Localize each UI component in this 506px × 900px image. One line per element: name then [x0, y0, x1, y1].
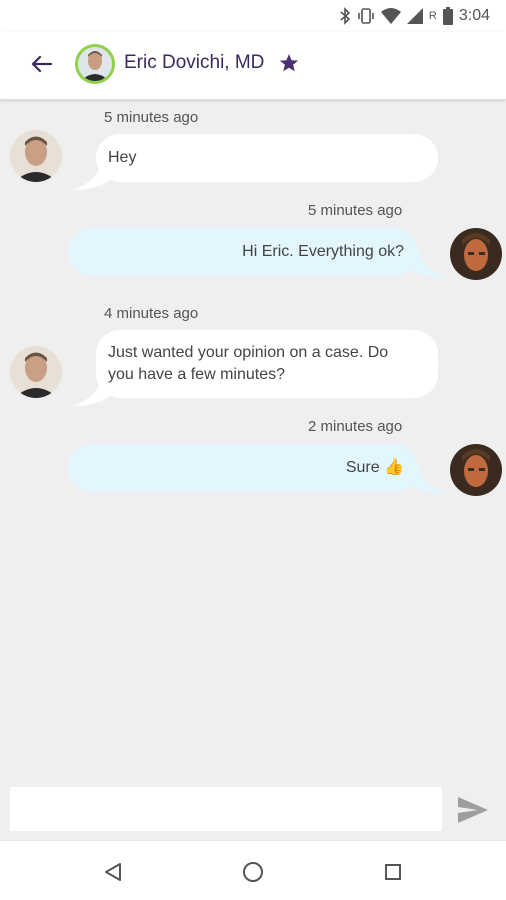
message-timestamp: 5 minutes ago [104, 109, 199, 126]
message-text: Hey [108, 149, 137, 166]
avatar-photo-me [450, 228, 502, 280]
battery-icon [442, 7, 453, 25]
avatar-photo-eric [10, 130, 62, 182]
outgoing-message-bubble[interactable]: Hi Eric. Everything ok? [68, 228, 418, 276]
message-timestamp: 4 minutes ago [104, 305, 199, 322]
nav-home-button[interactable] [240, 859, 266, 885]
message-text: Hi Eric. Everything ok? [242, 243, 404, 260]
conversation-header: Eric Dovichi, MD [0, 32, 506, 100]
my-avatar[interactable] [450, 228, 502, 280]
status-icons: R 3:04 [339, 6, 490, 26]
contact-photo [78, 47, 112, 81]
network-label: R [428, 10, 437, 22]
incoming-message-bubble[interactable]: Just wanted your opinion on a case. Do y… [96, 330, 438, 398]
incoming-message-bubble[interactable]: Hey [96, 134, 438, 182]
message-text-line: you have a few minutes? [108, 366, 285, 383]
system-nav-bar [0, 840, 506, 900]
back-triangle-icon [105, 863, 121, 881]
bluetooth-icon [339, 7, 351, 25]
message-timestamp: 2 minutes ago [308, 418, 403, 435]
send-button[interactable] [456, 795, 490, 825]
send-icon [458, 797, 488, 823]
sender-avatar[interactable] [10, 130, 62, 182]
message-input[interactable] [10, 787, 442, 831]
sender-avatar[interactable] [10, 346, 62, 398]
message-timestamp: 5 minutes ago [308, 202, 403, 219]
back-arrow-icon [30, 55, 53, 78]
avatar-photo-eric [10, 346, 62, 398]
favorite-button[interactable] [277, 51, 301, 75]
my-avatar[interactable] [450, 444, 502, 496]
home-circle-icon [243, 862, 263, 882]
status-bar: R 3:04 [0, 0, 506, 32]
contact-name: Eric Dovichi, MD [124, 52, 265, 73]
star-icon [279, 54, 299, 72]
nav-recents-button[interactable] [380, 859, 406, 885]
vibrate-icon [357, 7, 375, 25]
avatar-photo-me [450, 444, 502, 496]
wifi-icon [380, 8, 401, 24]
recents-square-icon [385, 864, 401, 880]
nav-back-button[interactable] [100, 859, 126, 885]
outgoing-message-bubble[interactable]: Sure 👍 [68, 444, 418, 492]
signal-icon [406, 8, 423, 24]
contact-avatar[interactable] [75, 44, 115, 84]
clock: 3:04 [458, 7, 490, 24]
message-text-line: Just wanted your opinion on a case. Do [108, 344, 389, 361]
message-text: Sure 👍 [345, 459, 404, 476]
back-button[interactable] [26, 52, 56, 80]
